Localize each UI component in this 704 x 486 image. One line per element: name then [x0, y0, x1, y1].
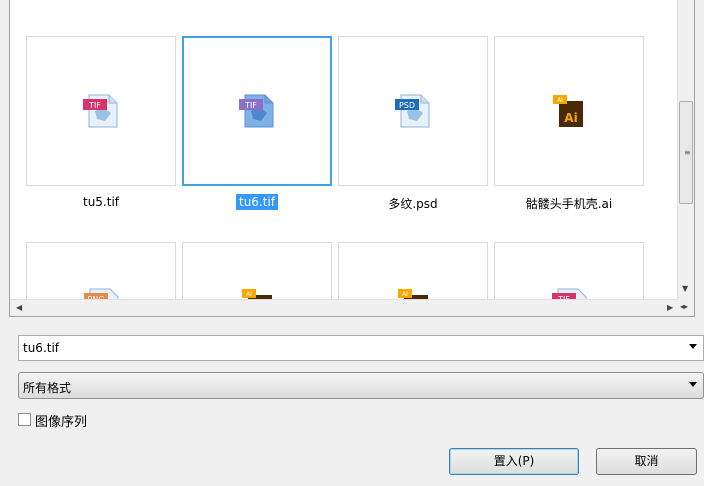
svg-text:TIF: TIF [88, 101, 101, 110]
file-tile-0[interactable]: TIF [26, 36, 176, 186]
image-sequence-checkbox[interactable] [18, 413, 31, 426]
file-thumbnail-panel: TIF TIF PSD AI Ai tu5.tif tu6.tif 多纹.psd… [9, 0, 695, 317]
cancel-button[interactable]: 取消 [596, 448, 697, 475]
file-tile-3[interactable]: AI Ai [494, 36, 644, 186]
vertical-scrollbar[interactable]: ≡ ▼ [677, 0, 694, 299]
scrollbar-corner: ◂▸ [677, 299, 694, 316]
image-sequence-label[interactable]: 图像序列 [35, 411, 87, 430]
scroll-right-arrow-icon[interactable]: ▶ [667, 303, 673, 312]
psd-file-icon: PSD [395, 94, 430, 128]
file-name-label[interactable]: 多纹.psd [338, 195, 488, 212]
svg-text:AI: AI [557, 97, 563, 104]
place-button[interactable]: 置入(P) [449, 448, 579, 475]
format-filter-dropdown[interactable]: 所有格式 [18, 372, 704, 399]
filename-combobox[interactable]: tu6.tif [18, 335, 704, 361]
svg-text:TIF: TIF [244, 101, 257, 110]
scroll-down-arrow-icon[interactable]: ▼ [682, 284, 688, 293]
file-tile-2[interactable]: PSD [338, 36, 488, 186]
file-name-label[interactable]: 骷髅头手机壳.ai [494, 195, 644, 212]
file-tile-1-selected[interactable]: TIF [182, 36, 332, 186]
scroll-left-arrow-icon[interactable]: ◀ [16, 303, 22, 312]
filename-value[interactable]: tu6.tif [23, 341, 59, 355]
file-name-label-selected[interactable]: tu6.tif [182, 194, 332, 210]
file-name-label[interactable]: tu5.tif [26, 195, 176, 209]
tif-file-icon: TIF [83, 94, 118, 128]
chevron-down-icon[interactable] [689, 382, 697, 387]
scroll-thumb[interactable]: ≡ [679, 101, 693, 204]
grip-icon: ≡ [684, 148, 691, 157]
resize-icon: ◂▸ [680, 302, 689, 311]
illustrator-file-icon: AI Ai [553, 95, 583, 127]
svg-text:AI: AI [246, 291, 252, 298]
svg-text:PSD: PSD [399, 101, 415, 110]
thumbnail-grid: TIF TIF PSD AI Ai tu5.tif tu6.tif 多纹.psd… [26, 36, 666, 316]
horizontal-scrollbar[interactable]: ◀ ▶ [10, 299, 679, 316]
chevron-down-icon[interactable] [689, 344, 697, 349]
tif-file-icon: TIF [239, 94, 274, 128]
svg-text:Ai: Ai [564, 111, 577, 125]
svg-text:AI: AI [402, 291, 408, 298]
format-filter-value: 所有格式 [23, 381, 72, 395]
